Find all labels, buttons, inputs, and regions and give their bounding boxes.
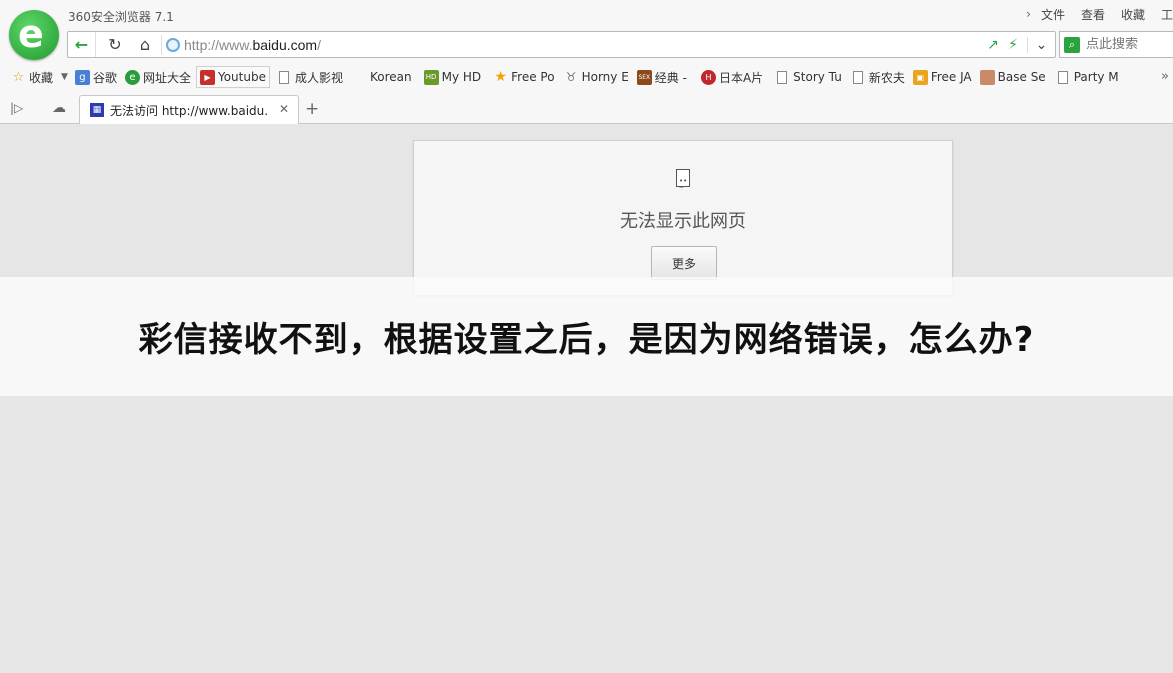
home-button[interactable]: ⌂ [130,32,160,57]
sex-icon: SEX [636,69,652,85]
google-icon: g [74,69,90,85]
tab-active[interactable]: ▦ 无法访问 http://www.baidu.c ✕ [79,95,299,124]
close-icon[interactable]: ✕ [279,102,289,116]
hd-icon: HD [423,69,439,85]
search-box: ⌕ [1059,31,1173,58]
new-tab-button[interactable]: + [305,99,319,119]
camera-icon: ▣ [912,69,928,85]
chevron-down-icon[interactable]: ▼ [61,72,68,82]
bookmark-label: Party M [1073,70,1119,84]
overlay-banner: 彩信接收不到，根据设置之后，是因为网络错误，怎么办? [0,277,1173,396]
bookmark-korean[interactable]: Korean [370,66,412,88]
red-circle-icon: H [700,69,716,85]
bookmark-label: Base Se [997,70,1046,84]
star-add-icon: ☆ [12,69,25,85]
overlay-caption: 彩信接收不到，根据设置之后，是因为网络错误，怎么办? [138,320,1035,360]
bookmark-adult-video[interactable]: 成人影视 [278,66,343,88]
bookmark-classic[interactable]: SEX 经典 - [636,66,687,88]
bookmark-free-ja[interactable]: ▣ Free JA [912,66,972,88]
back-button[interactable]: ← [68,32,96,57]
bookmark-horny-e[interactable]: ♉ Horny E [564,66,629,88]
bookmark-label: 收藏 [29,70,54,85]
favicon-icon: ▦ [90,103,104,117]
bookmarks-bar: ☆ 收藏 ▼ g 谷歌 e 网址大全 ▶ Youtube 成人影视 Korean… [0,63,1173,91]
url-text[interactable]: http://www.baidu.com/ [184,37,321,53]
bookmark-label: Horny E [581,70,629,84]
url-suffix: / [317,37,321,53]
url-actions: ↗ ⚡ ⌄ [983,32,1055,57]
sad-page-icon: •• ⌢ [676,169,690,191]
page-content: •• ⌢ 无法显示此网页 更多 彩信接收不到，根据设置之后，是因为网络错误，怎么办… [0,124,1173,673]
bookmark-label: Free JA [930,70,972,84]
chevron-right-icon[interactable]: › [1026,7,1031,21]
bookmark-free-po[interactable]: ★ Free Po [493,66,554,88]
bookmark-label: 网址大全 [142,70,191,85]
menu-tools[interactable]: 工 [1161,6,1173,23]
elephant-icon: ♉ [565,70,577,84]
bookmark-label: Free Po [511,70,555,84]
bookmark-new-farmer[interactable]: 新农夫 [852,66,905,88]
lightning-icon[interactable]: ⚡ [1003,37,1023,53]
bookmark-label: Youtube [217,70,266,84]
tab-title: 无法访问 http://www.baidu.c [110,103,268,118]
bookmark-youtube[interactable]: ▶ Youtube [195,66,270,88]
bookmark-label: My HD [441,70,482,84]
page-icon [777,70,788,84]
menu-favorites[interactable]: 收藏 [1121,6,1145,23]
bookmark-label: 成人影视 [294,70,343,85]
bookmark-party-m[interactable]: Party M [1057,66,1119,88]
photo-icon [979,69,995,85]
star-icon: ★ [494,69,507,85]
url-field[interactable]: http://www.baidu.com/ [161,35,990,55]
bookmark-japan-av[interactable]: H 日本A片 [700,66,764,88]
site-nav-icon: e [124,69,140,85]
share-icon[interactable]: ↗ [983,37,1003,53]
bookmark-label: 新农夫 [868,70,905,85]
error-message: 无法显示此网页 [620,211,746,232]
chevron-down-icon[interactable]: ⌄ [1027,36,1055,53]
page-icon [852,70,863,84]
bookmark-label: Story Tu [793,70,842,84]
bookmark-label: 经典 - [654,70,687,85]
reload-button[interactable]: ↻ [100,32,130,57]
menu-file[interactable]: 文件 [1041,6,1065,23]
bookmark-label: Korean [369,70,412,84]
menu-view[interactable]: 查看 [1081,6,1105,23]
bookmark-story-tu[interactable]: Story Tu [777,66,842,88]
bookmark-base-se[interactable]: Base Se [979,66,1046,88]
bookmark-site-nav[interactable]: e 网址大全 [124,66,191,88]
bookmark-favorites[interactable]: ☆ 收藏 ▼ [11,66,68,88]
sidebar-toggle-icon[interactable]: |▷ [10,101,23,115]
url-domain: baidu.com [252,37,318,53]
bookmark-my-hd[interactable]: HD My HD [423,66,482,88]
more-bookmarks-icon[interactable]: » [1161,69,1169,84]
youtube-icon: ▶ [199,69,215,85]
tab-bar: |▷ ☁ ▦ 无法访问 http://www.baidu.c ✕ + [0,95,1173,124]
more-button[interactable]: 更多 [651,246,717,280]
page-icon [1057,70,1068,84]
bookmark-label: 日本A片 [718,70,764,85]
browser-logo-icon[interactable]: e [9,10,59,60]
globe-icon [166,38,180,52]
page-icon [278,70,289,84]
window-title: 360安全浏览器 7.1 [68,10,174,24]
cloud-icon[interactable]: ☁ [52,100,66,116]
error-card: •• ⌢ 无法显示此网页 更多 [413,140,953,296]
url-prefix: http://www. [184,37,253,53]
menu-bar: › 文件 查看 收藏 工 [1026,5,1173,23]
bookmark-google[interactable]: g 谷歌 [74,66,117,88]
browser-toolbar: e 360安全浏览器 7.1 › 文件 查看 收藏 工 ← ↻ ⌂ http:/… [0,0,1173,95]
search-input[interactable] [1086,37,1168,52]
bookmark-label: 谷歌 [92,70,117,85]
address-bar: ← ↻ ⌂ http://www.baidu.com/ ↗ ⚡ ⌄ [67,31,1056,58]
search-icon[interactable]: ⌕ [1064,36,1080,53]
